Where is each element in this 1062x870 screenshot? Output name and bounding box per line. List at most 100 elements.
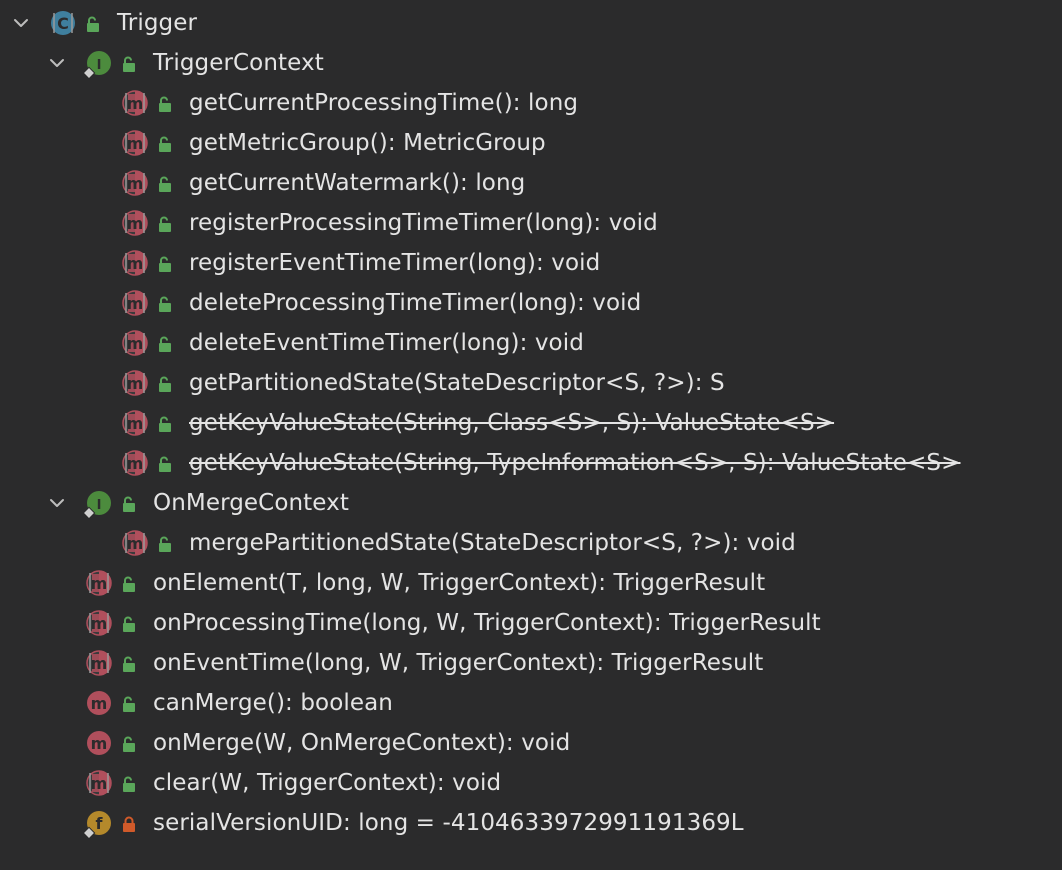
tree-node-label: getMetricGroup(): MetricGroup	[189, 130, 546, 156]
tree-node-get-key-value-state-typeinfo[interactable]: m getKeyValueState(String, TypeInformatio…	[0, 443, 1062, 483]
tree-node-register-event-time-timer[interactable]: m registerEventTimeTimer(long): void	[0, 243, 1062, 283]
abstract-method-icon: m	[84, 609, 118, 639]
tree-node-can-merge[interactable]: m canMerge(): boolean	[0, 683, 1062, 723]
abstract-method-icon: m	[120, 529, 154, 559]
public-lock-open-icon	[158, 456, 172, 472]
svg-text:m: m	[127, 454, 144, 473]
public-lock-open-icon	[158, 216, 172, 232]
tree-node-on-event-time[interactable]: m onEventTime(long, W, TriggerContext): T…	[0, 643, 1062, 683]
public-lock-open-icon	[122, 56, 136, 72]
abstract-method-icon: m	[120, 369, 154, 399]
svg-text:m: m	[127, 134, 144, 153]
tree-node-label: getPartitionedState(StateDescriptor<S, ?…	[189, 370, 725, 396]
private-lock-icon	[122, 816, 136, 832]
tree-node-on-merge[interactable]: m onMerge(W, OnMergeContext): void	[0, 723, 1062, 763]
public-lock-open-icon	[122, 496, 136, 512]
abstract-method-icon: m	[120, 409, 154, 439]
public-lock-open-icon	[122, 736, 136, 752]
tree-node-on-processing-time[interactable]: m onProcessingTime(long, W, TriggerContex…	[0, 603, 1062, 643]
svg-text:m: m	[127, 374, 144, 393]
tree-node-label: getCurrentProcessingTime(): long	[189, 90, 579, 116]
svg-text:I: I	[97, 58, 102, 73]
public-lock-open-icon	[158, 416, 172, 432]
tree-node-label: canMerge(): boolean	[153, 690, 393, 716]
tree-node-label: mergePartitionedState(StateDescriptor<S,…	[189, 530, 796, 556]
tree-node-get-key-value-state-class[interactable]: m getKeyValueState(String, Class<S>, S): …	[0, 403, 1062, 443]
tree-node-trigger-context[interactable]: I TriggerContext	[0, 43, 1062, 83]
tree-node-clear[interactable]: m clear(W, TriggerContext): void	[0, 763, 1062, 803]
svg-text:m: m	[127, 534, 144, 553]
tree-node-label: onElement(T, long, W, TriggerContext): T…	[153, 570, 766, 596]
public-lock-open-icon	[158, 376, 172, 392]
abstract-method-icon: m	[120, 329, 154, 359]
method-icon: m	[84, 729, 118, 759]
interface-icon: I	[82, 49, 118, 80]
tree-node-label: getCurrentWatermark(): long	[189, 170, 526, 196]
public-lock-open-icon	[86, 16, 100, 32]
svg-text:m: m	[127, 334, 144, 353]
svg-text:m: m	[91, 614, 108, 633]
svg-text:I: I	[97, 498, 102, 513]
tree-node-get-current-watermark[interactable]: m getCurrentWatermark(): long	[0, 163, 1062, 203]
tree-node-register-processing-time-timer[interactable]: m registerProcessingTimeTimer(long): void	[0, 203, 1062, 243]
svg-text:C: C	[57, 14, 69, 33]
tree-node-label: deleteEventTimeTimer(long): void	[189, 330, 584, 356]
tree-node-on-merge-context[interactable]: I OnMergeContext	[0, 483, 1062, 523]
abstract-method-icon: m	[120, 289, 154, 319]
field-icon: f	[82, 809, 118, 840]
abstract-method-icon: m	[120, 169, 154, 199]
tree-node-label: OnMergeContext	[153, 490, 349, 516]
tree-node-label: registerProcessingTimeTimer(long): void	[189, 210, 658, 236]
tree-node-get-metric-group[interactable]: m getMetricGroup(): MetricGroup	[0, 123, 1062, 163]
tree-node-label: onEventTime(long, W, TriggerContext): Tr…	[153, 650, 764, 676]
svg-text:m: m	[127, 254, 144, 273]
tree-node-label: registerEventTimeTimer(long): void	[189, 250, 601, 276]
svg-text:m: m	[127, 414, 144, 433]
tree-node-label: onMerge(W, OnMergeContext): void	[153, 730, 571, 756]
method-icon: m	[84, 689, 118, 719]
svg-text:m: m	[91, 654, 108, 673]
public-lock-open-icon	[122, 696, 136, 712]
abstract-method-icon: m	[120, 209, 154, 239]
abstract-method-icon: m	[120, 89, 154, 119]
tree-node-trigger[interactable]: C Trigger	[0, 3, 1062, 43]
svg-text:m: m	[91, 774, 108, 793]
tree-node-get-current-processing-time[interactable]: m getCurrentProcessingTime(): long	[0, 83, 1062, 123]
tree-node-get-partitioned-state[interactable]: m getPartitionedState(StateDescriptor<S, …	[0, 363, 1062, 403]
abstract-method-icon: m	[120, 249, 154, 279]
tree-node-label: serialVersionUID: long = -41046339729911…	[153, 810, 744, 836]
structure-tree: C Trigger I TriggerContext m getCurrentProc…	[0, 0, 1062, 870]
public-lock-open-icon	[158, 256, 172, 272]
class-icon: C	[48, 9, 82, 39]
tree-node-label: deleteProcessingTimeTimer(long): void	[189, 290, 642, 316]
tree-node-label: getKeyValueState(String, TypeInformation…	[189, 450, 961, 476]
tree-node-on-element[interactable]: m onElement(T, long, W, TriggerContext): …	[0, 563, 1062, 603]
abstract-method-icon: m	[84, 569, 118, 599]
svg-text:m: m	[127, 174, 144, 193]
public-lock-open-icon	[158, 336, 172, 352]
tree-node-serial-version-uid[interactable]: f serialVersionUID: long = -4104633972991…	[0, 803, 1062, 843]
chevron-down-icon[interactable]	[12, 14, 30, 32]
tree-node-delete-event-time-timer[interactable]: m deleteEventTimeTimer(long): void	[0, 323, 1062, 363]
chevron-down-icon[interactable]	[48, 54, 66, 72]
svg-text:m: m	[127, 94, 144, 113]
public-lock-open-icon	[122, 576, 136, 592]
abstract-method-icon: m	[120, 449, 154, 479]
svg-text:f: f	[96, 814, 104, 833]
public-lock-open-icon	[122, 656, 136, 672]
tree-node-label: TriggerContext	[153, 50, 324, 76]
svg-text:m: m	[91, 694, 108, 713]
interface-icon: I	[82, 489, 118, 520]
chevron-down-icon[interactable]	[48, 494, 66, 512]
svg-text:m: m	[91, 574, 108, 593]
svg-text:m: m	[91, 734, 108, 753]
tree-node-delete-processing-time-timer[interactable]: m deleteProcessingTimeTimer(long): void	[0, 283, 1062, 323]
public-lock-open-icon	[158, 96, 172, 112]
svg-text:m: m	[127, 294, 144, 313]
abstract-method-icon: m	[84, 649, 118, 679]
public-lock-open-icon	[122, 776, 136, 792]
tree-node-label: getKeyValueState(String, Class<S>, S): V…	[189, 410, 835, 436]
tree-node-merge-partitioned-state[interactable]: m mergePartitionedState(StateDescriptor<S…	[0, 523, 1062, 563]
abstract-method-icon: m	[84, 769, 118, 799]
public-lock-open-icon	[158, 296, 172, 312]
